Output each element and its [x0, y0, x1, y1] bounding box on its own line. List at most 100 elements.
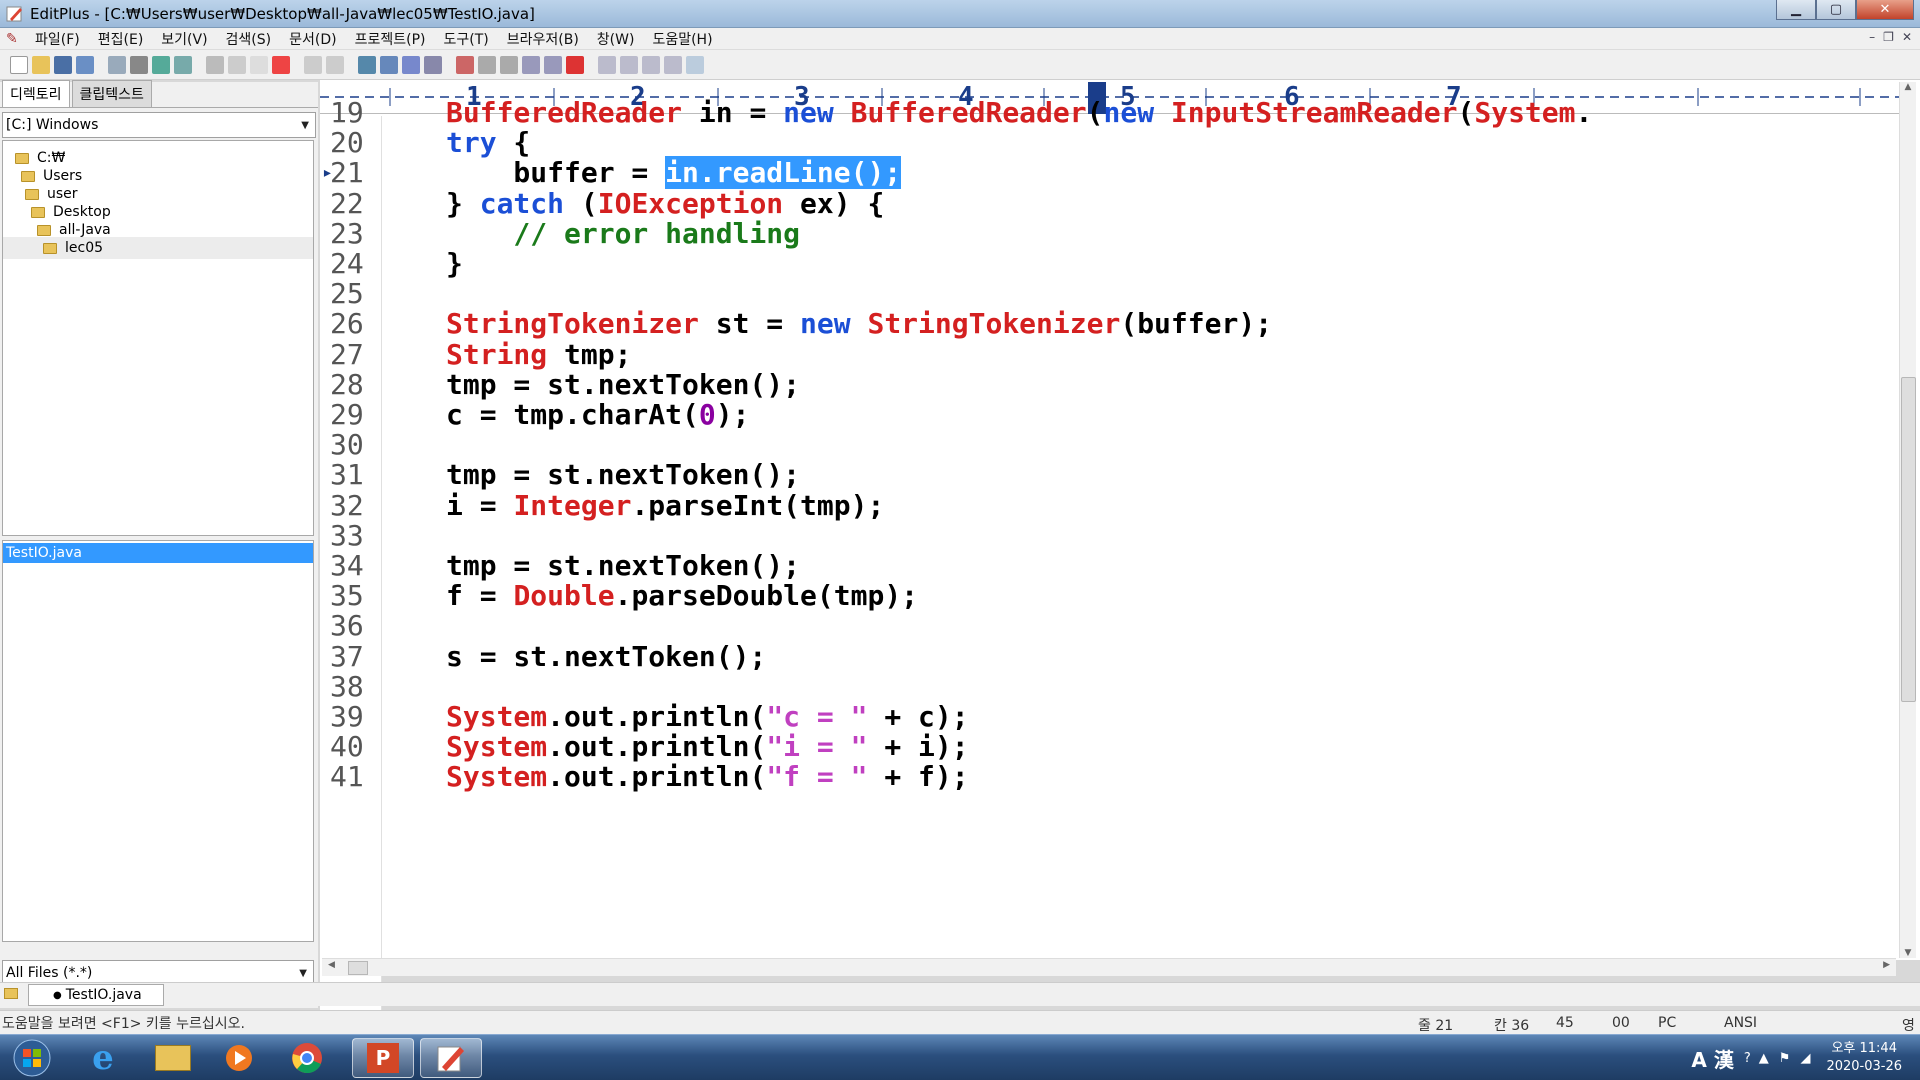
folder-icon	[31, 206, 45, 218]
doc-restore-button[interactable]: ❐	[1883, 30, 1894, 44]
chevron-down-icon: ▼	[301, 119, 309, 131]
media-player-icon[interactable]	[208, 1038, 270, 1078]
replace-icon[interactable]	[380, 55, 398, 74]
tab-cliptext[interactable]: 클립텍스트	[71, 80, 152, 107]
maximize-button[interactable]: ▢	[1816, 0, 1856, 20]
tree-item-label: lec05	[65, 240, 104, 256]
taskbar: e P A 漢 ? ▲ ⚑ ◢ 오후 11:44 2020-03-26	[0, 1034, 1920, 1080]
tree-item-label: user	[47, 186, 78, 202]
output-window-icon[interactable]	[598, 55, 616, 74]
horizontal-scroll-thumb[interactable]	[348, 961, 368, 975]
delete-icon[interactable]	[272, 55, 290, 74]
code-editor[interactable]: 1 2 3 4 5 6 7 19 BufferedReader in = new …	[320, 80, 1920, 1038]
find-icon[interactable]	[358, 55, 376, 74]
chrome-icon[interactable]	[276, 1038, 338, 1078]
scroll-right-arrow-icon[interactable]: ▶	[1883, 960, 1890, 970]
menu-browser[interactable]: 브라우저(B)	[498, 29, 588, 49]
minimize-button[interactable]: ▁	[1776, 0, 1816, 20]
status-bar: 도움말을 보려면 <F1> 키를 누르십시오. 줄 21 칸 36 45 00 …	[0, 1010, 1920, 1034]
print-preview-icon[interactable]	[152, 55, 170, 74]
folder-open-icon	[43, 242, 57, 254]
close-button[interactable]: ✕	[1856, 0, 1914, 20]
modified-dot-icon: ●	[53, 989, 62, 1001]
document-icon: ✎	[6, 30, 18, 47]
menu-bar: ✎ 파일(F) 편집(E) 보기(V) 검색(S) 문서(D) 프로젝트(P) …	[0, 28, 1920, 50]
undo-icon[interactable]	[304, 55, 322, 74]
toolbar-separator	[348, 56, 354, 74]
doc-close-button[interactable]: ✕	[1902, 30, 1912, 44]
column-select-icon[interactable]	[544, 55, 562, 74]
editplus-app-icon	[6, 6, 22, 21]
left-panel: 디렉토리 클립텍스트 [C:] Windows ▼ C:₩ Users user…	[0, 80, 318, 1008]
editplus-taskbar-icon[interactable]	[420, 1038, 482, 1078]
ime-indicator[interactable]: A 漢	[1691, 1044, 1733, 1073]
toolbar	[0, 50, 1920, 80]
document-tab-testio[interactable]: ● TestIO.java	[28, 984, 164, 1006]
status-line: 줄 21	[1418, 1018, 1454, 1034]
open-folder-icon[interactable]	[32, 55, 50, 74]
menu-search[interactable]: 검색(S)	[217, 29, 281, 49]
tree-item-lec05[interactable]: lec05	[3, 237, 313, 259]
clock[interactable]: 오후 11:44 2020-03-26	[1826, 1040, 1902, 1076]
drive-select[interactable]: [C:] Windows ▼	[2, 112, 316, 138]
tab-directory[interactable]: 디렉토리	[2, 80, 70, 107]
check-icon[interactable]	[566, 55, 584, 74]
word-wrap-icon[interactable]	[478, 55, 496, 74]
folder-icon	[37, 224, 51, 236]
help-icon[interactable]	[686, 55, 704, 74]
windows-logo-icon	[13, 1039, 51, 1077]
tray-expand-icon[interactable]: ▲	[1759, 1051, 1769, 1066]
redo-icon[interactable]	[326, 55, 344, 74]
file-filter-value: All Files (*.*)	[6, 965, 93, 981]
clock-date: 2020-03-26	[1826, 1059, 1902, 1074]
ruler-icon[interactable]	[500, 55, 518, 74]
help-circle-icon[interactable]: ?	[1744, 1051, 1751, 1066]
code-line[interactable]: 41 System.out.println("f = " + f);	[320, 758, 1900, 795]
ftp-icon[interactable]	[108, 55, 126, 74]
horizontal-scrollbar[interactable]: ◀ ▶	[322, 958, 1896, 976]
folder-icon	[21, 170, 35, 182]
file-explorer-icon[interactable]	[142, 1038, 204, 1078]
copy-icon[interactable]	[228, 55, 246, 74]
menu-document[interactable]: 문서(D)	[280, 29, 345, 49]
menu-file[interactable]: 파일(F)	[26, 29, 89, 49]
title-bar: EditPlus - [C:₩Users₩user₩Desktop₩all-Ja…	[0, 0, 1920, 28]
document-tab-bar: ● TestIO.java	[0, 982, 1920, 1006]
scroll-up-arrow-icon[interactable]: ▲	[1900, 82, 1916, 92]
chevron-down-icon: ▼	[299, 967, 307, 979]
new-file-icon[interactable]	[10, 55, 28, 74]
menu-view[interactable]: 보기(V)	[152, 29, 216, 49]
menu-window[interactable]: 창(W)	[588, 29, 644, 49]
goto-icon[interactable]	[424, 55, 442, 74]
network-icon[interactable]: ◢	[1800, 1051, 1810, 1066]
powerpoint-icon[interactable]: P	[352, 1038, 414, 1078]
print-icon[interactable]	[130, 55, 148, 74]
internet-explorer-icon[interactable]: e	[72, 1038, 134, 1078]
save-icon[interactable]	[54, 55, 72, 74]
file-item-testio[interactable]: TestIO.java	[3, 543, 313, 563]
vertical-scroll-thumb[interactable]	[1901, 377, 1916, 702]
doc-minimize-button[interactable]: –	[1869, 30, 1875, 44]
start-button[interactable]	[2, 1038, 62, 1078]
save-all-icon[interactable]	[76, 55, 94, 74]
spell-check-icon[interactable]	[174, 55, 192, 74]
vertical-scrollbar[interactable]: ▲ ▼	[1899, 82, 1916, 958]
cliptext-window-icon[interactable]	[642, 55, 660, 74]
line-number-icon[interactable]	[522, 55, 540, 74]
scroll-left-arrow-icon[interactable]: ◀	[328, 960, 335, 970]
left-panel-tabs: 디렉토리 클립텍스트	[0, 80, 318, 108]
browser-icon[interactable]	[664, 55, 682, 74]
directory-tree: C:₩ Users user Desktop all-Java lec05	[2, 140, 314, 536]
find-in-files-icon[interactable]	[402, 55, 420, 74]
directory-window-icon[interactable]	[620, 55, 638, 74]
menu-edit[interactable]: 편집(E)	[89, 29, 153, 49]
cut-icon[interactable]	[206, 55, 224, 74]
font-icon[interactable]	[456, 55, 474, 74]
scroll-down-arrow-icon[interactable]: ▼	[1900, 948, 1916, 958]
document-tab-label: TestIO.java	[65, 987, 142, 1003]
menu-help[interactable]: 도움말(H)	[643, 29, 721, 49]
paste-icon[interactable]	[250, 55, 268, 74]
action-center-flag-icon[interactable]: ⚑	[1779, 1051, 1791, 1066]
menu-project[interactable]: 프로젝트(P)	[346, 29, 435, 49]
menu-tools[interactable]: 도구(T)	[434, 29, 497, 49]
